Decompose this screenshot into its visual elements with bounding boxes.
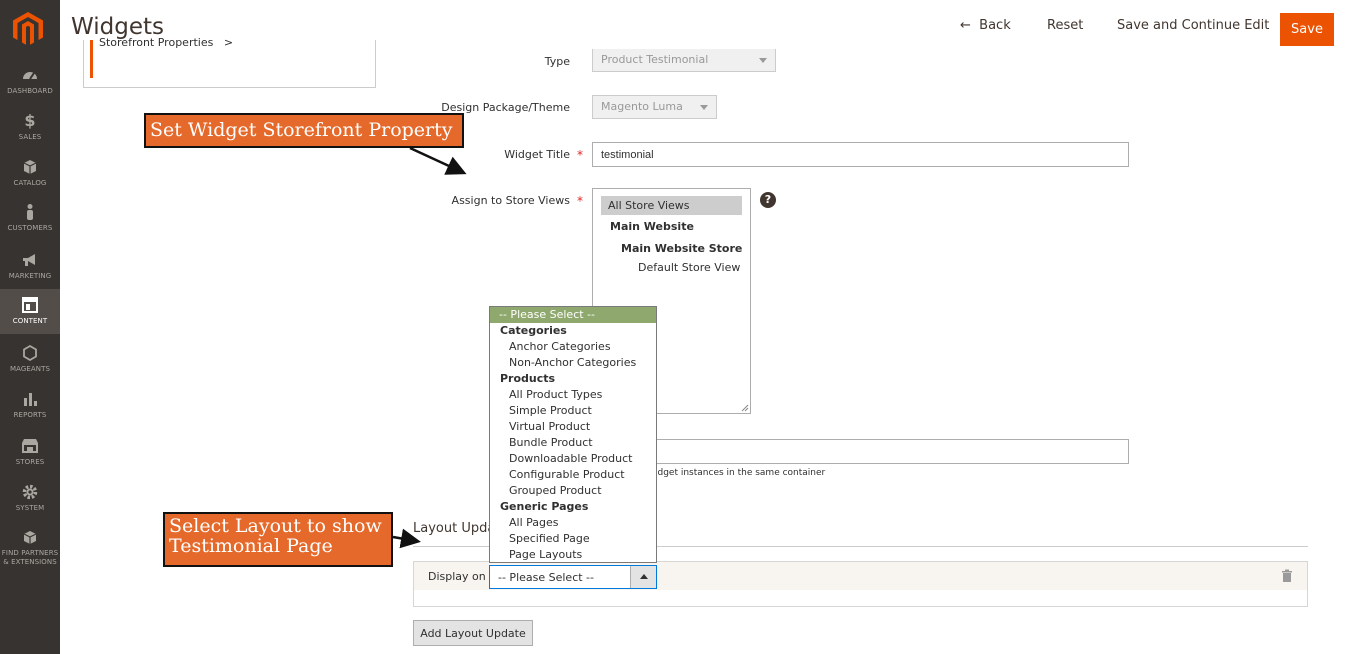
sidebar-item-stores[interactable]: STORES	[0, 437, 60, 471]
sidebar-item-find-partners[interactable]: FIND PARTNERS & EXTENSIONS	[0, 529, 60, 571]
sidebar-item-mageants[interactable]: MAGEANTS	[0, 344, 60, 378]
back-button[interactable]: ← Back	[960, 18, 1011, 33]
chevron-down-icon	[700, 105, 708, 110]
design-value: Magento Luma	[601, 100, 683, 113]
add-layout-update-button[interactable]: Add Layout Update	[413, 620, 533, 646]
dropdown-option[interactable]: All Product Types	[490, 387, 656, 403]
sidebar-item-customers[interactable]: CUSTOMERS	[0, 203, 60, 237]
callout-storefront-property: Set Widget Storefront Property	[144, 113, 464, 148]
store-views-label: Assign to Store Views	[451, 194, 570, 207]
box-icon	[23, 160, 37, 174]
arrow-icon	[392, 528, 421, 549]
sidebar-item-label: CUSTOMERS	[7, 224, 53, 232]
widget-tabs: Storefront Properties >	[83, 36, 376, 88]
sidebar-item-label: & EXTENSIONS	[3, 558, 57, 566]
callout-text: Testimonial Page	[169, 535, 333, 557]
sidebar-item-label: STORES	[15, 458, 45, 466]
reset-button[interactable]: Reset	[1047, 18, 1083, 33]
widget-title-label: Widget Title	[504, 148, 570, 161]
tab-storefront-properties[interactable]: Storefront Properties >	[99, 36, 233, 49]
dropdown-option[interactable]: Page Layouts	[490, 547, 656, 562]
dropdown-option[interactable]: Grouped Product	[490, 483, 656, 499]
help-icon[interactable]: ?	[760, 192, 776, 208]
dollar-icon: $	[24, 111, 36, 130]
store-view-group-store: Main Website Store	[621, 242, 743, 255]
gear-icon	[22, 484, 38, 500]
widget-title-input[interactable]	[592, 142, 1129, 167]
active-tab-indicator	[90, 40, 93, 78]
sidebar-item-label: MARKETING	[8, 272, 52, 280]
content-icon	[22, 297, 38, 313]
callout-select-layout: Select Layout to show Testimonial Page	[163, 512, 393, 567]
dropdown-group-categories: Categories	[500, 324, 567, 337]
sidebar-item-label: SYSTEM	[15, 504, 45, 512]
display-on-dropdown[interactable]: -- Please Select -- Categories Anchor Ca…	[489, 306, 657, 563]
sidebar-item-catalog[interactable]: CATALOG	[0, 158, 60, 192]
admin-sidebar: DASHBOARD $ SALES CATALOG CUSTOMERS MARK…	[0, 0, 60, 654]
dropdown-option[interactable]: Downloadable Product	[490, 451, 656, 467]
dropdown-group-products: Products	[500, 372, 556, 385]
layout-updates-title: Layout Upda	[413, 521, 496, 536]
trash-icon[interactable]	[1280, 569, 1294, 583]
sidebar-item-dashboard[interactable]: DASHBOARD	[0, 66, 60, 100]
dropdown-option[interactable]: Specified Page	[490, 531, 656, 547]
sidebar-item-label: CONTENT	[12, 317, 48, 325]
sidebar-item-marketing[interactable]: MARKETING	[0, 251, 60, 285]
dropdown-option[interactable]: Bundle Product	[490, 435, 656, 451]
megaphone-icon	[23, 254, 35, 266]
dropdown-option[interactable]: All Pages	[490, 515, 656, 531]
type-select: Product Testimonial	[592, 49, 776, 72]
sidebar-item-content[interactable]: CONTENT	[0, 289, 60, 334]
dropdown-option[interactable]: Non-Anchor Categories	[490, 355, 656, 371]
sidebar-item-sales[interactable]: $ SALES	[0, 112, 60, 146]
sidebar-item-label: DASHBOARD	[7, 87, 53, 95]
magento-logo-icon[interactable]	[13, 12, 43, 46]
dropdown-option[interactable]: Virtual Product	[490, 419, 656, 435]
dropdown-option[interactable]: Anchor Categories	[490, 339, 656, 355]
sort-order-hint: idget instances in the same container	[655, 468, 826, 478]
display-on-value: -- Please Select --	[498, 571, 594, 584]
store-view-option-default[interactable]: Default Store View	[638, 261, 740, 274]
save-button[interactable]: Save	[1280, 13, 1334, 46]
sidebar-item-label: FIND PARTNERS	[1, 549, 59, 557]
arrow-left-icon: ←	[960, 18, 971, 33]
display-on-select[interactable]: -- Please Select --	[489, 565, 657, 589]
store-view-group-website: Main Website	[610, 220, 694, 233]
hexagon-icon	[23, 344, 37, 362]
store-icon	[22, 439, 38, 453]
type-label: Type	[544, 55, 570, 68]
dropdown-option[interactable]: Simple Product	[490, 403, 656, 419]
design-select: Magento Luma	[592, 95, 717, 119]
dropdown-group-generic-pages: Generic Pages	[500, 500, 589, 513]
dashboard-icon	[23, 72, 37, 80]
sidebar-item-label: CATALOG	[13, 179, 47, 187]
sidebar-item-label: REPORTS	[13, 411, 47, 419]
layout-update-header: Display on -- Please Select --	[414, 562, 1307, 590]
chevron-down-icon	[759, 58, 767, 63]
callout-text: Select Layout to show	[169, 515, 382, 537]
person-icon	[27, 204, 33, 220]
chevron-up-icon[interactable]	[630, 566, 656, 588]
back-label: Back	[979, 18, 1011, 33]
cube-icon	[23, 531, 37, 544]
sidebar-item-reports[interactable]: REPORTS	[0, 390, 60, 424]
resize-handle-icon[interactable]	[741, 404, 749, 412]
sidebar-item-label: MAGEANTS	[9, 365, 51, 373]
dropdown-option-please-select[interactable]: -- Please Select --	[490, 307, 656, 323]
store-view-option-all[interactable]: All Store Views	[601, 196, 742, 215]
required-asterisk: *	[577, 148, 583, 162]
display-on-label: Display on	[428, 570, 486, 583]
layout-update-row: Display on -- Please Select --	[413, 561, 1308, 607]
required-asterisk: *	[577, 194, 583, 208]
tab-label: Storefront Properties	[99, 36, 214, 49]
type-value: Product Testimonial	[601, 53, 709, 66]
save-and-continue-button[interactable]: Save and Continue Edit	[1117, 18, 1269, 33]
sidebar-item-system[interactable]: SYSTEM	[0, 483, 60, 517]
sort-order-input[interactable]	[592, 439, 1129, 464]
chevron-right-icon: >	[216, 36, 234, 49]
dropdown-option[interactable]: Configurable Product	[490, 467, 656, 483]
sidebar-item-label: SALES	[18, 133, 42, 141]
bar-chart-icon	[24, 393, 37, 406]
callout-text: Set Widget Storefront Property	[150, 119, 453, 141]
